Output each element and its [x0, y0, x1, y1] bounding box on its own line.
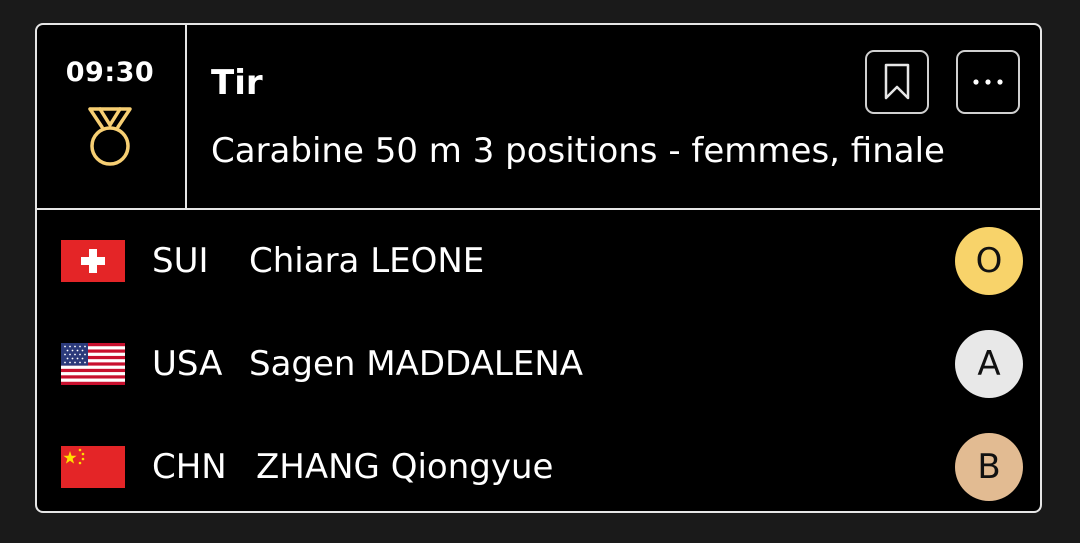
result-row: USA Sagen MADDALENA A	[37, 313, 1040, 413]
event-time: 09:30	[65, 57, 155, 88]
athlete-name: Chiara LEONE	[249, 241, 485, 281]
athlete-name: Sagen MADDALENA	[249, 344, 584, 384]
result-row: CHN ZHANG Qiongyue B	[37, 416, 1040, 511]
country-code: USA	[152, 344, 223, 384]
medal-icon	[88, 107, 132, 166]
country-code: SUI	[152, 241, 209, 281]
more-horizontal-icon	[973, 79, 1003, 85]
result-row: SUI Chiara LEONE O	[37, 210, 1040, 310]
event-title: Carabine 50 m 3 positions - femmes, fina…	[211, 131, 945, 171]
bookmark-button[interactable]	[865, 50, 929, 114]
time-column: 09:30	[37, 25, 187, 208]
bookmark-icon	[884, 63, 910, 100]
sport-name: Tir	[211, 63, 263, 103]
country-code: CHN	[152, 447, 227, 487]
more-options-button[interactable]	[956, 50, 1020, 114]
usa-flag	[61, 343, 125, 385]
china-flag	[61, 446, 125, 488]
bronze-medal-badge: B	[955, 433, 1023, 501]
silver-medal-badge: A	[955, 330, 1023, 398]
gold-medal-badge: O	[955, 227, 1023, 295]
event-card[interactable]: 09:30 Tir Carabine 50 m 3 positions - fe…	[35, 23, 1042, 513]
event-header: 09:30 Tir Carabine 50 m 3 positions - fe…	[37, 25, 1040, 210]
athlete-name: ZHANG Qiongyue	[256, 447, 554, 487]
switzerland-flag	[61, 240, 125, 282]
